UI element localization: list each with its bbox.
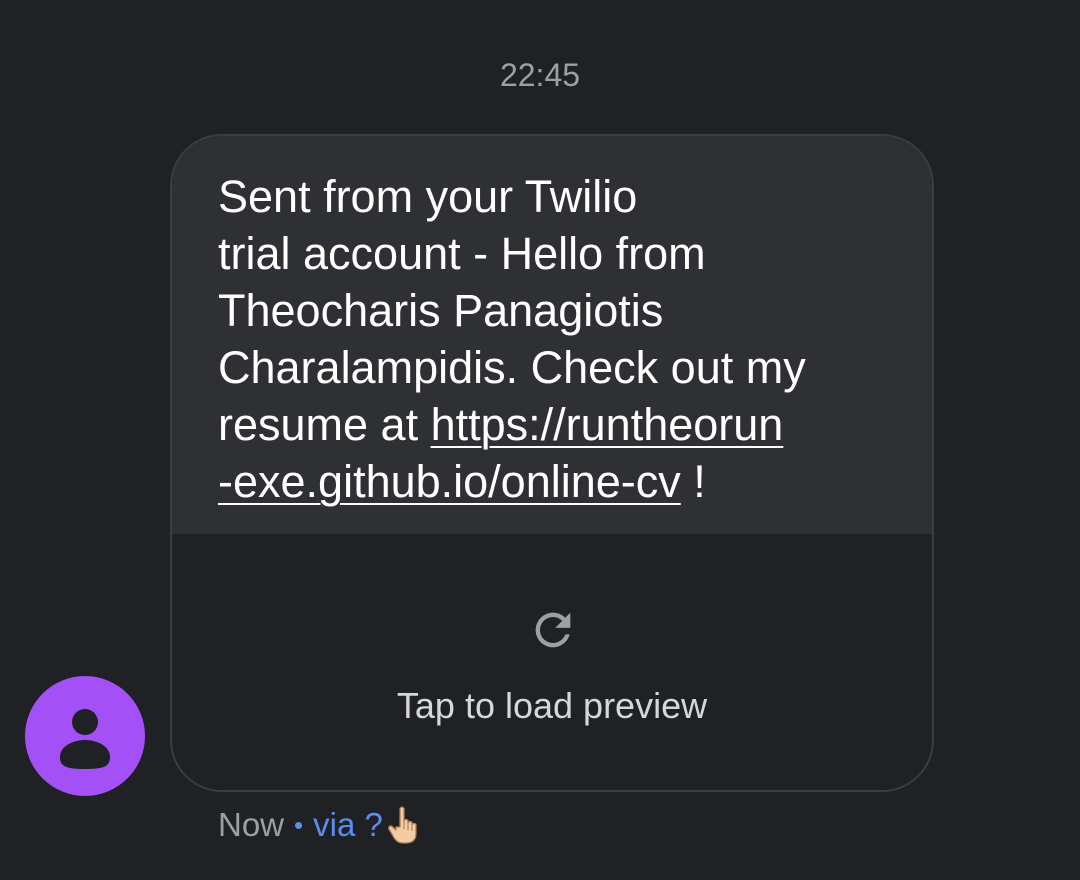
message-line-1: Sent from your Twilio (218, 171, 638, 222)
message-timestamp: 22:45 (499, 57, 581, 93)
resume-link-part-1[interactable]: https://runtheorun (431, 399, 784, 450)
message-time-label: Now (218, 806, 285, 843)
message-bubble[interactable]: Sent from your Twilio trial account - He… (170, 134, 934, 792)
message-text[interactable]: Sent from your Twilio trial account - He… (172, 136, 932, 534)
tap-to-load-preview-label[interactable]: Tap to load preview (172, 684, 932, 728)
message-line-4: Charalampidis. Check out my (218, 342, 806, 393)
resume-link-part-2[interactable]: -exe.github.io/online-cv (218, 456, 681, 507)
footer-separator: • (294, 809, 304, 840)
refresh-icon[interactable] (527, 604, 579, 656)
pointing-hand-icon[interactable] (387, 805, 423, 845)
message-line-5: resume at https://runtheorun (218, 396, 886, 453)
message-line-6-suffix: ! (680, 456, 706, 507)
sender-avatar[interactable] (25, 676, 145, 796)
conversation-screen: 22:45 Sent from your Twilio trial accoun… (0, 0, 1080, 880)
message-line-2: trial account - Hello from (218, 228, 706, 279)
message-line-3: Theocharis Panagiotis (218, 285, 664, 336)
message-line-5-prefix: resume at (218, 399, 431, 450)
message-line-6: -exe.github.io/online-cv ! (218, 453, 886, 510)
link-preview-area[interactable]: Tap to load preview (172, 534, 932, 790)
message-footer: Now • via ? (218, 803, 423, 847)
via-info-link[interactable]: via ? (313, 806, 383, 844)
person-icon (60, 709, 110, 769)
